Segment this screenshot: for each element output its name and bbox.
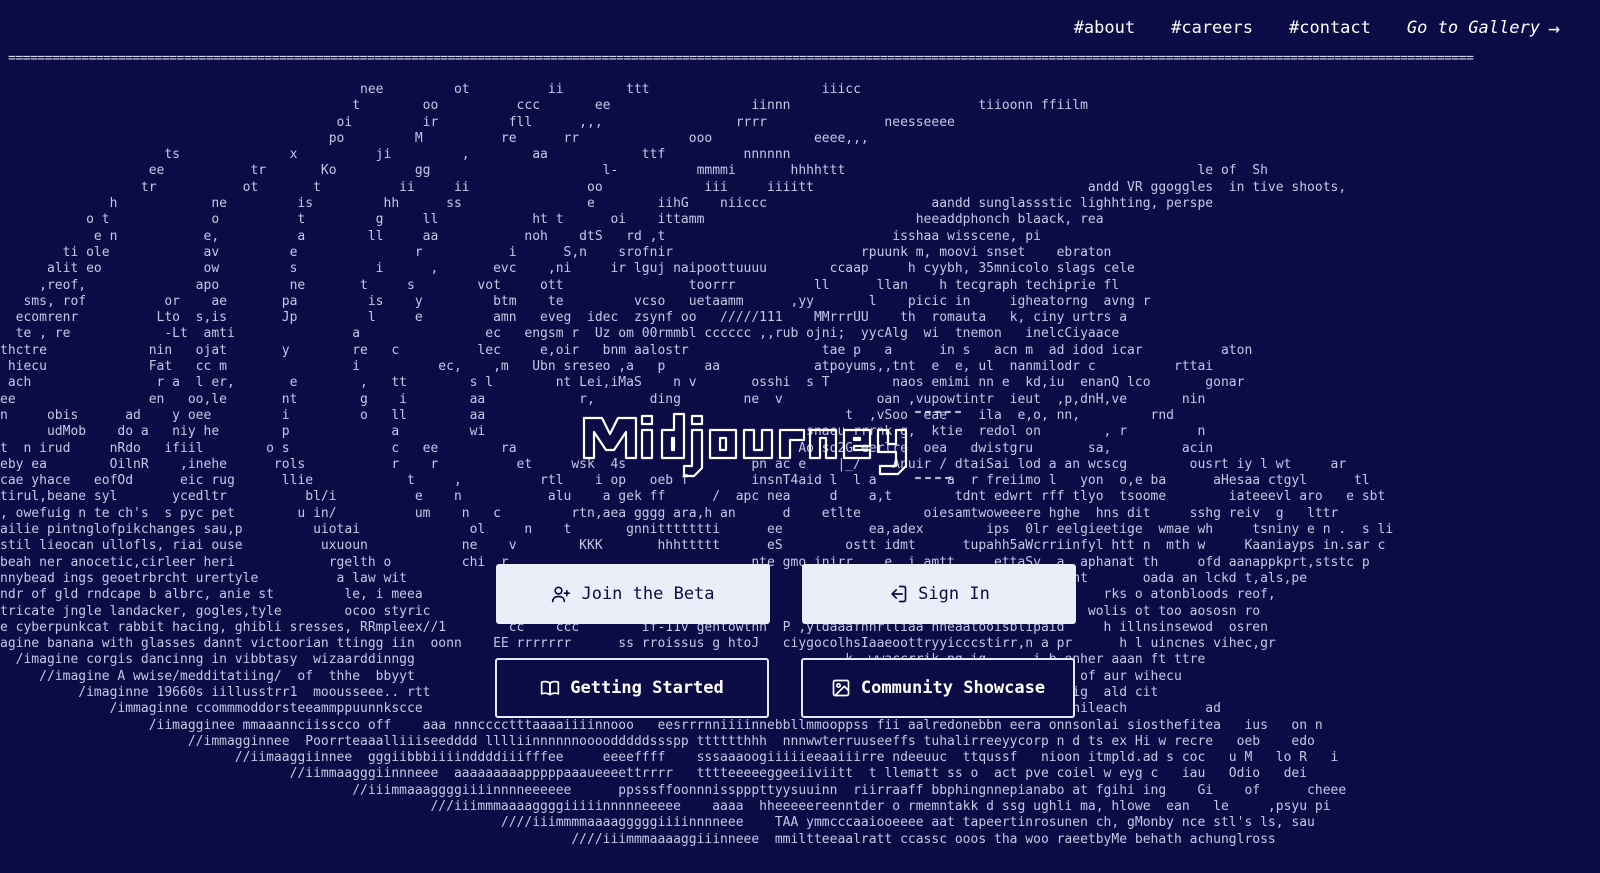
- book-icon: [541, 680, 560, 696]
- sign-in-icon: [891, 585, 907, 603]
- join-beta-button[interactable]: Join the Beta: [496, 564, 770, 624]
- community-showcase-label: Community Showcase: [860, 678, 1046, 698]
- nav-contact-link[interactable]: #contact: [1289, 18, 1371, 38]
- getting-started-label: Getting Started: [570, 678, 724, 698]
- sign-in-label: Sign In: [918, 584, 990, 604]
- getting-started-button[interactable]: Getting Started: [495, 658, 769, 718]
- gallery-link-label: Go to Gallery: [1406, 18, 1540, 38]
- nav-careers-link[interactable]: #careers: [1171, 18, 1253, 38]
- arrow-right-icon: →: [1547, 16, 1560, 40]
- user-plus-icon: [552, 586, 571, 603]
- sign-in-button[interactable]: Sign In: [802, 564, 1076, 624]
- top-nav: #about #careers #contact Go to Gallery →: [1074, 14, 1560, 42]
- ascii-rule-divider: ========================================…: [8, 52, 1474, 66]
- go-to-gallery-link[interactable]: Go to Gallery →: [1407, 18, 1560, 38]
- join-beta-label: Join the Beta: [581, 584, 715, 604]
- image-icon: [832, 679, 850, 697]
- nav-about-link[interactable]: #about: [1074, 18, 1135, 38]
- midjourney-logo: [580, 400, 1012, 492]
- community-showcase-button[interactable]: Community Showcase: [801, 658, 1075, 718]
